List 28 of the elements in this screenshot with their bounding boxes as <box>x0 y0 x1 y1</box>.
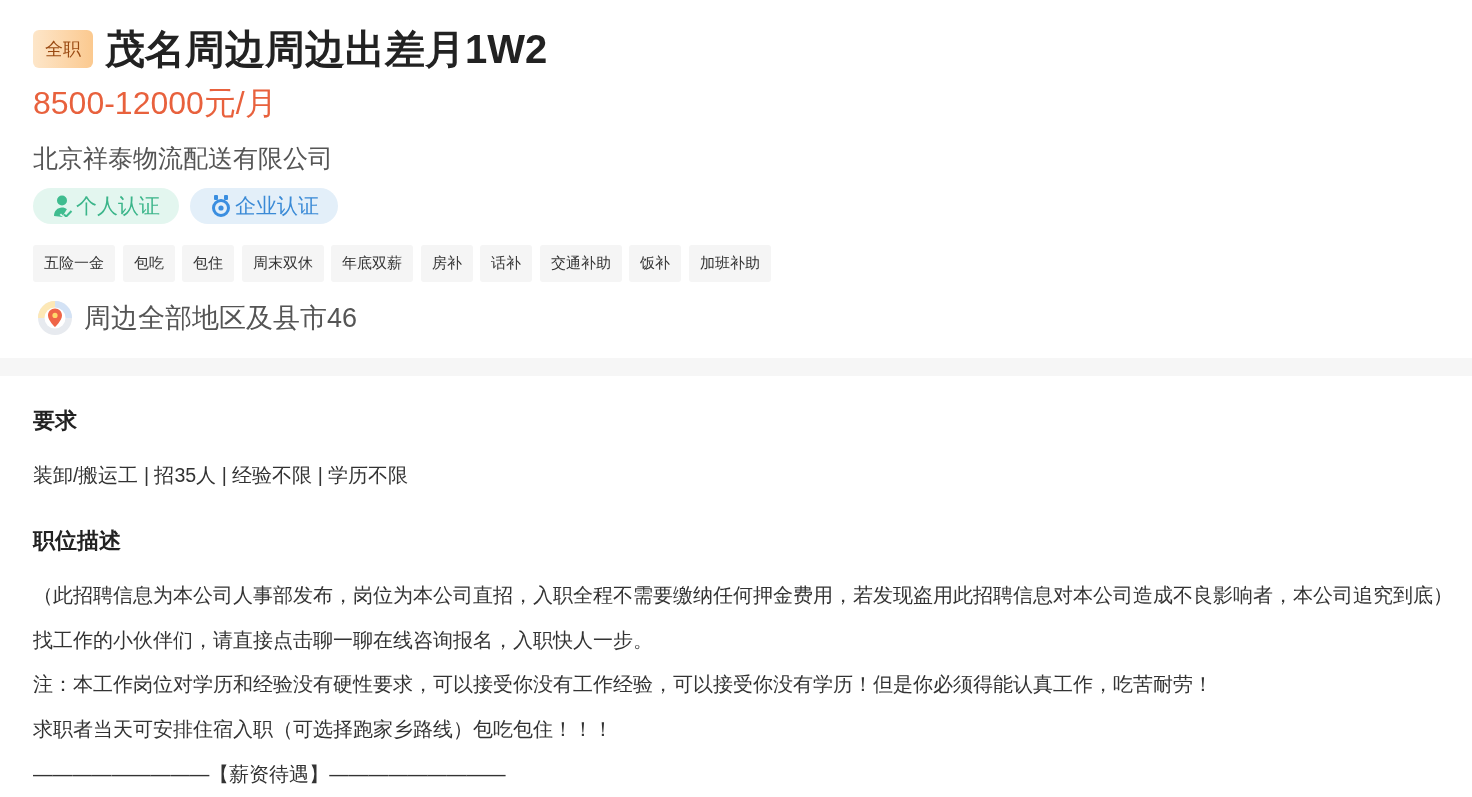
benefit-tag: 五险一金 <box>33 245 115 282</box>
paragraph: （此招聘信息为本公司人事部发布，岗位为本公司直招，入职全程不需要缴纳任何押金费用，若发现盗用此招聘信息对本公司造成不良影响者，本公司追究到底） <box>33 582 1453 608</box>
benefit-tag: 包吃 <box>122 245 175 282</box>
paragraph: —————————【薪资待遇】————————— <box>33 761 506 787</box>
benefit-tag: 周末双休 <box>241 245 324 282</box>
benefit-tag: 交通补助 <box>539 245 622 282</box>
medal-icon <box>210 195 232 217</box>
benefit-tag: 年底双薪 <box>331 245 413 282</box>
benefit-tag: 房补 <box>420 245 473 282</box>
benefit-tag: 饭补 <box>629 245 681 282</box>
section-heading: 要求 <box>33 407 77 435</box>
badge-label: 个人认证 <box>76 193 160 219</box>
paragraph: 装卸/搬运工 | 招35人 | 经验不限 | 学历不限 <box>33 463 409 488</box>
company-name: 北京祥泰物流配送有限公司 <box>33 143 333 174</box>
salary-text: 8500-12000元/月 <box>33 84 277 123</box>
person-icon <box>53 195 73 217</box>
job-type-badge: 全职 <box>33 30 93 68</box>
paragraph: 注：本工作岗位对学历和经验没有硬性要求，可以接受你没有工作经验，可以接受你没有学历！但是你必须得能认真工作，吃苦耐劳！ <box>33 672 1213 698</box>
benefit-tag: 包住 <box>182 245 234 282</box>
benefit-tag: 话补 <box>480 245 532 282</box>
benefit-tag: 加班补助 <box>688 245 771 282</box>
map-pin-icon <box>38 301 72 335</box>
badge-label: 企业认证 <box>235 193 319 219</box>
location-text: 周边全部地区及县市46 <box>84 302 358 335</box>
paragraph: 求职者当天可安排住宿入职（可选择跑家乡路线）包吃包住！！！ <box>33 717 613 742</box>
paragraph: 找工作的小伙伴们，请直接点击聊一聊在线咨询报名，入职快人一步。 <box>33 627 653 653</box>
job-title: 茂名周边周边出差月1W2 <box>105 26 548 72</box>
section-heading: 职位描述 <box>33 526 121 555</box>
